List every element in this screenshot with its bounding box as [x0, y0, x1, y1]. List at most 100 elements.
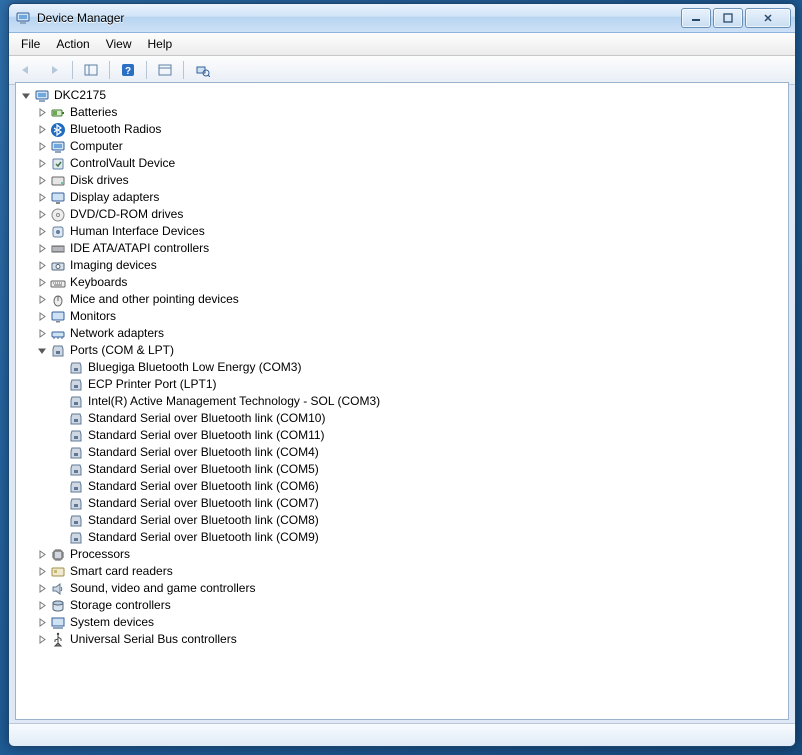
- tree-node-label: ECP Printer Port (LPT1): [88, 376, 216, 393]
- tree-node[interactable]: Keyboards: [36, 274, 786, 291]
- tree-node[interactable]: Batteries: [36, 104, 786, 121]
- tree-node[interactable]: Sound, video and game controllers: [36, 580, 786, 597]
- minimize-button[interactable]: [681, 8, 711, 28]
- port-icon: [68, 496, 84, 512]
- maximize-button[interactable]: [713, 8, 743, 28]
- port-icon: [68, 394, 84, 410]
- expand-icon[interactable]: [36, 294, 48, 306]
- expand-icon[interactable]: [36, 583, 48, 595]
- tree-node[interactable]: Smart card readers: [36, 563, 786, 580]
- collapse-icon[interactable]: [36, 345, 48, 357]
- menu-help[interactable]: Help: [140, 35, 181, 53]
- expand-icon[interactable]: [36, 260, 48, 272]
- tree-node-label: Computer: [70, 138, 123, 155]
- port-icon: [68, 530, 84, 546]
- port-icon: [68, 513, 84, 529]
- tree-node[interactable]: ControlVault Device: [36, 155, 786, 172]
- tree-node[interactable]: Standard Serial over Bluetooth link (COM…: [54, 529, 786, 546]
- tree-node[interactable]: ECP Printer Port (LPT1): [54, 376, 786, 393]
- menu-file[interactable]: File: [13, 35, 48, 53]
- properties-button[interactable]: [152, 58, 178, 82]
- tree-node[interactable]: Display adapters: [36, 189, 786, 206]
- battery-icon: [50, 105, 66, 121]
- tree-node[interactable]: Processors: [36, 546, 786, 563]
- scan-hardware-button[interactable]: [189, 58, 215, 82]
- tree-node-label: Keyboards: [70, 274, 127, 291]
- back-button[interactable]: [13, 58, 39, 82]
- tree-node[interactable]: Bluegiga Bluetooth Low Energy (COM3): [54, 359, 786, 376]
- controlvault-icon: [50, 156, 66, 172]
- tree-node[interactable]: IDE ATA/ATAPI controllers: [36, 240, 786, 257]
- tree-node[interactable]: Standard Serial over Bluetooth link (COM…: [54, 444, 786, 461]
- tree-node[interactable]: DVD/CD-ROM drives: [36, 206, 786, 223]
- menu-action[interactable]: Action: [48, 35, 97, 53]
- expand-icon[interactable]: [36, 124, 48, 136]
- statusbar: [9, 723, 795, 746]
- tree-node[interactable]: System devices: [36, 614, 786, 631]
- expand-icon[interactable]: [36, 175, 48, 187]
- expand-icon[interactable]: [36, 209, 48, 221]
- device-manager-window: Device Manager File Action View Help ? D…: [8, 3, 796, 747]
- expand-icon[interactable]: [36, 549, 48, 561]
- expand-icon[interactable]: [36, 226, 48, 238]
- tree-node[interactable]: Storage controllers: [36, 597, 786, 614]
- expand-icon[interactable]: [36, 107, 48, 119]
- port-icon: [68, 462, 84, 478]
- help-button[interactable]: ?: [115, 58, 141, 82]
- tree-node[interactable]: Imaging devices: [36, 257, 786, 274]
- device-tree-panel[interactable]: DKC2175BatteriesBluetooth RadiosComputer…: [15, 82, 789, 720]
- menu-view[interactable]: View: [98, 35, 140, 53]
- titlebar[interactable]: Device Manager: [9, 4, 795, 33]
- keyboard-icon: [50, 275, 66, 291]
- tree-node[interactable]: Human Interface Devices: [36, 223, 786, 240]
- tree-node[interactable]: Standard Serial over Bluetooth link (COM…: [54, 461, 786, 478]
- tree-node-label: Standard Serial over Bluetooth link (COM…: [88, 427, 325, 444]
- expand-icon[interactable]: [36, 566, 48, 578]
- computer-icon: [34, 88, 50, 104]
- tree-node-label: DVD/CD-ROM drives: [70, 206, 183, 223]
- tree-node[interactable]: Intel(R) Active Management Technology - …: [54, 393, 786, 410]
- forward-button[interactable]: [41, 58, 67, 82]
- port-icon: [68, 479, 84, 495]
- tree-node[interactable]: Computer: [36, 138, 786, 155]
- tree-node[interactable]: Ports (COM & LPT): [36, 342, 786, 359]
- tree-node-label: Mice and other pointing devices: [70, 291, 239, 308]
- tree-node-label: Standard Serial over Bluetooth link (COM…: [88, 410, 325, 427]
- tree-node[interactable]: Standard Serial over Bluetooth link (COM…: [54, 512, 786, 529]
- port-icon: [68, 445, 84, 461]
- tree-node[interactable]: Universal Serial Bus controllers: [36, 631, 786, 648]
- tree-node[interactable]: Bluetooth Radios: [36, 121, 786, 138]
- expand-icon[interactable]: [36, 192, 48, 204]
- expand-icon[interactable]: [36, 277, 48, 289]
- tree-node-label: Batteries: [70, 104, 117, 121]
- display-icon: [50, 190, 66, 206]
- tree-node[interactable]: Standard Serial over Bluetooth link (COM…: [54, 427, 786, 444]
- close-button[interactable]: [745, 8, 791, 28]
- mouse-icon: [50, 292, 66, 308]
- tree-root-label: DKC2175: [54, 87, 106, 104]
- tree-node-label: ControlVault Device: [70, 155, 175, 172]
- tree-node[interactable]: Standard Serial over Bluetooth link (COM…: [54, 495, 786, 512]
- collapse-icon[interactable]: [20, 90, 32, 102]
- tree-node[interactable]: Network adapters: [36, 325, 786, 342]
- expand-icon[interactable]: [36, 634, 48, 646]
- expand-icon[interactable]: [36, 243, 48, 255]
- tree-node[interactable]: Mice and other pointing devices: [36, 291, 786, 308]
- tree-node[interactable]: Standard Serial over Bluetooth link (COM…: [54, 478, 786, 495]
- tree-node-label: Human Interface Devices: [70, 223, 205, 240]
- expand-icon[interactable]: [36, 328, 48, 340]
- expand-icon[interactable]: [36, 158, 48, 170]
- tree-node[interactable]: Disk drives: [36, 172, 786, 189]
- tree-node-label: Universal Serial Bus controllers: [70, 631, 237, 648]
- tree-node-label: Standard Serial over Bluetooth link (COM…: [88, 495, 319, 512]
- tree-node[interactable]: Monitors: [36, 308, 786, 325]
- tree-node-label: System devices: [70, 614, 154, 631]
- expand-icon[interactable]: [36, 311, 48, 323]
- expand-icon[interactable]: [36, 600, 48, 612]
- expand-icon[interactable]: [36, 617, 48, 629]
- tree-root-node[interactable]: DKC2175: [18, 87, 786, 104]
- expand-icon[interactable]: [36, 141, 48, 153]
- tree-node[interactable]: Standard Serial over Bluetooth link (COM…: [54, 410, 786, 427]
- svg-text:?: ?: [125, 66, 131, 77]
- show-hide-console-tree-button[interactable]: [78, 58, 104, 82]
